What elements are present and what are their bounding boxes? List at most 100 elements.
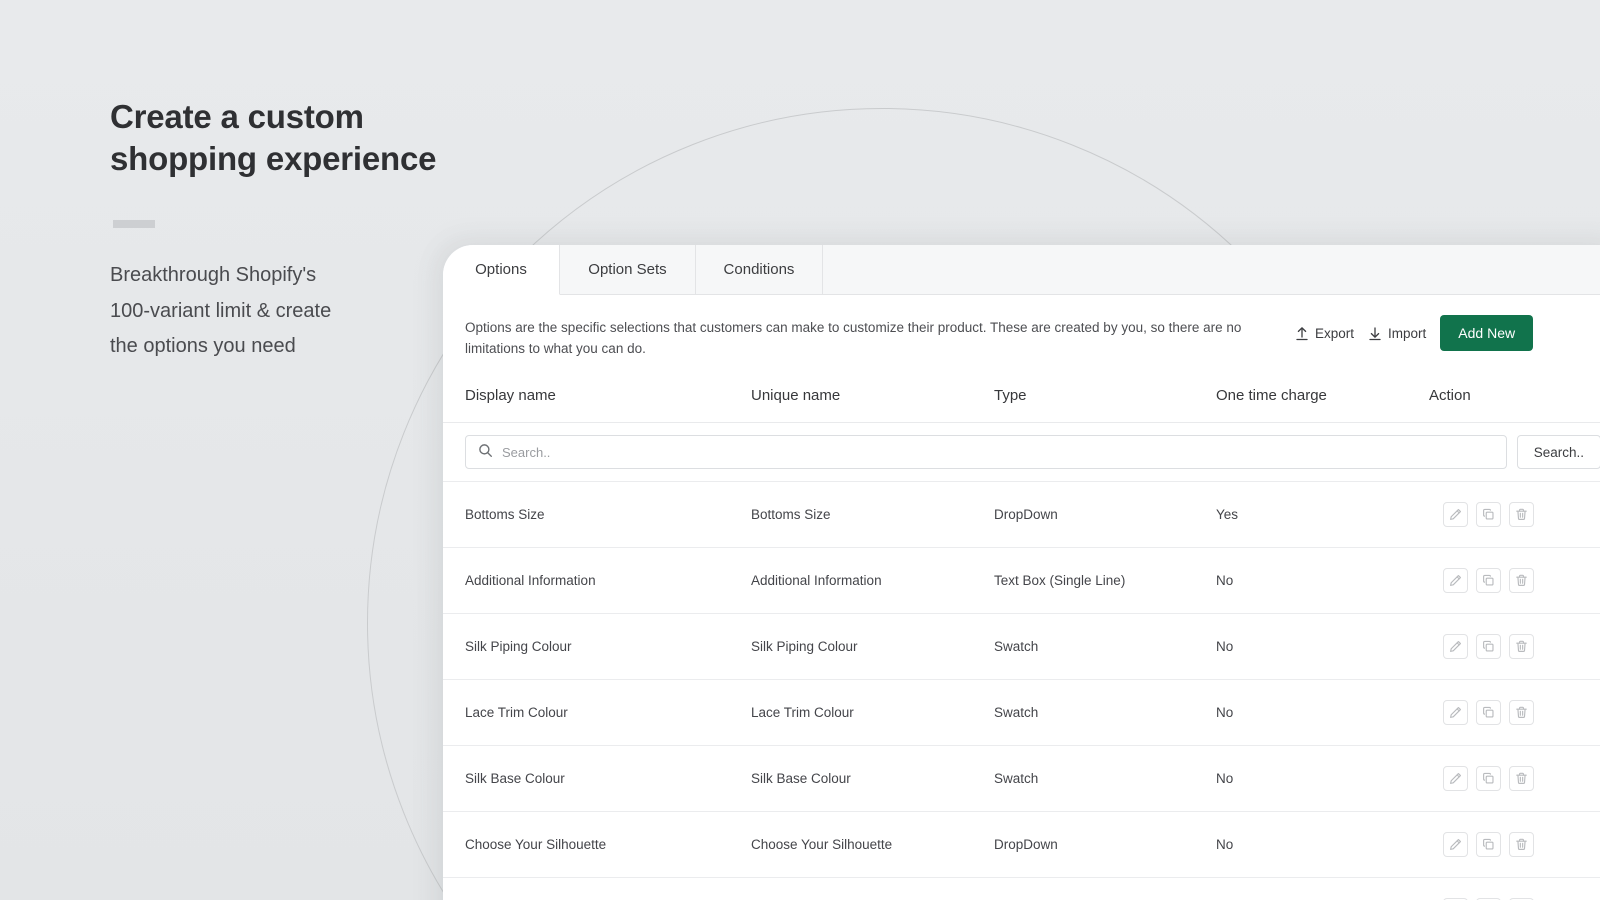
- row-action-group: [1429, 700, 1600, 725]
- tab-options-label: Options: [475, 261, 527, 278]
- table-row: Additional Information Additional Informa…: [443, 547, 1600, 614]
- pencil-icon: [1449, 772, 1462, 785]
- edit-button[interactable]: [1443, 568, 1468, 593]
- table-row: Want to Gift Wrap your order?gifting opt…: [443, 877, 1600, 900]
- cell-display-name: Bottoms Size: [443, 481, 751, 548]
- pencil-icon: [1449, 640, 1462, 653]
- cell-display-name: Want to Gift Wrap your order?: [443, 877, 751, 900]
- trash-icon: [1515, 838, 1528, 851]
- cell-type: Swatch: [994, 745, 1216, 812]
- hero-divider: [113, 220, 155, 228]
- tab-bar: Options Option Sets Conditions: [443, 245, 1600, 295]
- row-action-group: [1429, 766, 1600, 791]
- column-header-unique-name[interactable]: Unique name: [751, 371, 994, 423]
- cell-unique-name: Bottoms Size: [751, 481, 994, 548]
- column-header-action: Action: [1429, 371, 1600, 423]
- delete-button[interactable]: [1509, 832, 1534, 857]
- cell-actions: [1429, 877, 1600, 900]
- cell-type: Swatch: [994, 613, 1216, 680]
- toolbar-actions: Export Import Add New: [1295, 313, 1534, 351]
- duplicate-button[interactable]: [1476, 832, 1501, 857]
- row-action-group: [1429, 832, 1600, 857]
- delete-button[interactable]: [1509, 568, 1534, 593]
- column-header-one-time-charge[interactable]: One time charge: [1216, 371, 1429, 423]
- pencil-icon: [1449, 508, 1462, 521]
- table-row: Silk Piping Colour Silk Piping Colour Swat…: [443, 613, 1600, 680]
- tab-option-sets[interactable]: Option Sets: [560, 245, 696, 294]
- duplicate-button[interactable]: [1476, 700, 1501, 725]
- page-root: Create a custom shopping experience Brea…: [0, 0, 1600, 900]
- cell-one-time-charge: Yes: [1216, 481, 1429, 548]
- cell-one-time-charge: No: [1216, 679, 1429, 746]
- table-row: Choose Your Silhouette Choose Your Silhou…: [443, 811, 1600, 878]
- tab-conditions[interactable]: Conditions: [696, 245, 823, 294]
- delete-button[interactable]: [1509, 502, 1534, 527]
- cell-unique-name: Lace Trim Colour: [751, 679, 994, 746]
- tab-conditions-label: Conditions: [723, 261, 795, 278]
- cell-type: DropDown: [994, 811, 1216, 878]
- trash-icon: [1515, 706, 1528, 719]
- cell-one-time-charge: No: [1216, 613, 1429, 680]
- cell-type: Swatch: [994, 679, 1216, 746]
- tab-bar-filler: [823, 245, 1600, 294]
- cell-display-name: Silk Piping Colour: [443, 613, 751, 680]
- search-input[interactable]: [502, 444, 1494, 460]
- upload-arrow-icon: [1295, 326, 1309, 341]
- hero-title-line-2: shopping experience: [110, 140, 437, 177]
- trash-icon: [1515, 772, 1528, 785]
- cell-one-time-charge: No: [1216, 877, 1429, 900]
- export-button-label: Export: [1315, 325, 1355, 341]
- table-header: Display name Unique name Type One time c…: [443, 371, 1600, 423]
- cell-unique-name: Silk Base Colour: [751, 745, 994, 812]
- table-row: Bottoms Size Bottoms Size DropDown Yes: [443, 481, 1600, 548]
- options-description: Options are the specific selections that…: [465, 320, 1242, 356]
- cell-actions: [1429, 811, 1600, 878]
- search-icon: [478, 443, 493, 461]
- row-action-group: [1429, 502, 1600, 527]
- trash-icon: [1515, 508, 1528, 521]
- cell-type: Radio Button: [994, 877, 1216, 900]
- cell-one-time-charge: No: [1216, 811, 1429, 878]
- delete-button[interactable]: [1509, 766, 1534, 791]
- pencil-icon: [1449, 706, 1462, 719]
- import-button[interactable]: Import: [1368, 326, 1426, 341]
- cell-actions: [1429, 613, 1600, 680]
- search-cell: Search..: [443, 422, 1600, 482]
- search-field[interactable]: [465, 435, 1507, 469]
- cell-display-name: Lace Trim Colour: [443, 679, 751, 746]
- cell-type: Text Box (Single Line): [994, 547, 1216, 614]
- download-arrow-icon: [1368, 326, 1382, 341]
- import-button-label: Import: [1388, 325, 1427, 341]
- table-header-row: Display name Unique name Type One time c…: [443, 371, 1600, 423]
- duplicate-button[interactable]: [1476, 766, 1501, 791]
- search-submit-button[interactable]: Search..: [1516, 435, 1600, 469]
- export-button[interactable]: Export: [1295, 326, 1354, 341]
- copy-icon: [1482, 574, 1495, 587]
- delete-button[interactable]: [1509, 634, 1534, 659]
- column-header-display-name[interactable]: Display name: [443, 371, 751, 423]
- edit-button[interactable]: [1443, 634, 1468, 659]
- table-row: Silk Base Colour Silk Base Colour Swatch No: [443, 745, 1600, 812]
- duplicate-button[interactable]: [1476, 634, 1501, 659]
- row-action-group: [1429, 568, 1600, 593]
- edit-button[interactable]: [1443, 766, 1468, 791]
- duplicate-button[interactable]: [1476, 568, 1501, 593]
- edit-button[interactable]: [1443, 832, 1468, 857]
- search-bar: Search..: [465, 435, 1600, 469]
- copy-icon: [1482, 772, 1495, 785]
- cell-display-name: Additional Information: [443, 547, 751, 614]
- pencil-icon: [1449, 838, 1462, 851]
- tab-option-sets-label: Option Sets: [588, 261, 667, 278]
- cell-unique-name: gifting option: [751, 877, 994, 900]
- cell-unique-name: Choose Your Silhouette: [751, 811, 994, 878]
- edit-button[interactable]: [1443, 502, 1468, 527]
- copy-icon: [1482, 838, 1495, 851]
- delete-button[interactable]: [1509, 700, 1534, 725]
- edit-button[interactable]: [1443, 700, 1468, 725]
- cell-display-name: Choose Your Silhouette: [443, 811, 751, 878]
- column-header-type[interactable]: Type: [994, 371, 1216, 423]
- tab-options[interactable]: Options: [443, 245, 560, 295]
- duplicate-button[interactable]: [1476, 502, 1501, 527]
- trash-icon: [1515, 574, 1528, 587]
- add-new-button[interactable]: Add New: [1440, 315, 1534, 351]
